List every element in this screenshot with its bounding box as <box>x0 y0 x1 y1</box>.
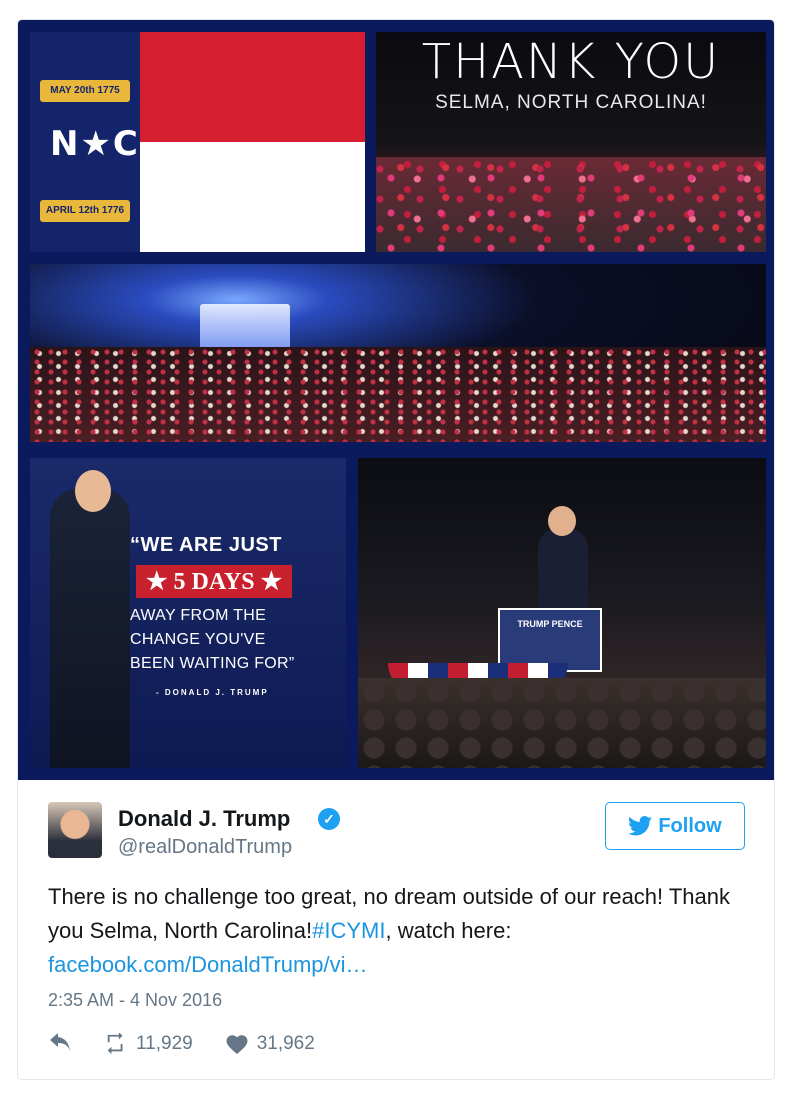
user-name[interactable]: Donald J. Trump <box>118 806 290 832</box>
speaker-figure <box>50 488 130 768</box>
tweet-actions: 11,929 31,962 <box>48 1030 315 1058</box>
stage-lights <box>200 304 290 349</box>
rally-podium-image: TRUMP PENCE <box>358 458 766 768</box>
tweet-card: MAY 20th 1775 N★C APRIL 12th 1776 THANK … <box>17 19 775 1080</box>
quote-text: “WE ARE JUST ★ 5 DAYS ★ AWAY FROM THE CH… <box>130 534 340 697</box>
user-handle[interactable]: @realDonaldTrump <box>118 836 292 859</box>
hashtag-link[interactable]: #ICYMI <box>312 918 385 943</box>
quote-image: “WE ARE JUST ★ 5 DAYS ★ AWAY FROM THE CH… <box>30 458 346 768</box>
flag-letters: N★C <box>50 124 140 164</box>
retweet-count: 11,929 <box>136 1033 193 1054</box>
follow-label: Follow <box>658 814 722 837</box>
tweet-media[interactable]: MAY 20th 1775 N★C APRIL 12th 1776 THANK … <box>18 20 774 780</box>
audience <box>358 678 766 768</box>
heart-icon <box>226 1035 248 1054</box>
rally-crowd <box>376 157 766 252</box>
flag-red-stripe <box>140 32 365 142</box>
nc-flag-image: MAY 20th 1775 N★C APRIL 12th 1776 <box>30 32 365 252</box>
stage-panorama-image <box>30 264 766 442</box>
timestamp[interactable]: 2:35 AM - 4 Nov 2016 <box>48 990 222 1011</box>
follow-button[interactable]: Follow <box>605 802 745 850</box>
verified-badge-icon: ✓ <box>318 808 340 830</box>
twitter-bird-icon <box>628 816 653 836</box>
quote-attribution: - DONALD J. TRUMP <box>156 688 269 697</box>
flag-bottom-scroll: APRIL 12th 1776 <box>40 200 130 222</box>
flag-top-scroll: MAY 20th 1775 <box>40 80 130 102</box>
tweet-text-after: , watch here: <box>385 918 512 943</box>
retweet-icon <box>107 1033 123 1055</box>
speaker-head <box>548 506 576 536</box>
thank-you-image: THANK YOU SELMA, NORTH CAROLINA! <box>376 32 766 252</box>
reply-button[interactable] <box>48 1033 72 1055</box>
quote-line-3: CHANGE YOU'VE <box>130 631 266 648</box>
reply-icon <box>50 1033 70 1051</box>
speaker-at-podium <box>538 528 588 618</box>
panorama-crowd <box>30 347 766 442</box>
thank-you-title: THANK YOU <box>421 34 721 90</box>
tweet-body: Donald J. Trump ✓ @realDonaldTrump Follo… <box>18 780 774 1079</box>
retweet-button[interactable]: 11,929 <box>104 1033 193 1055</box>
thank-you-subtitle: SELMA, NORTH CAROLINA! <box>435 92 707 113</box>
quote-line-2: AWAY FROM THE <box>130 607 267 624</box>
quote-banner: ★ 5 DAYS ★ <box>136 565 293 598</box>
like-count: 31,962 <box>256 1033 315 1054</box>
speaker-head <box>75 470 111 512</box>
tweet-url-link[interactable]: facebook.com/DonaldTrump/vi… <box>48 952 368 977</box>
like-button[interactable]: 31,962 <box>225 1033 315 1055</box>
avatar[interactable] <box>48 802 102 858</box>
quote-line-4: BEEN WAITING FOR” <box>130 655 295 672</box>
quote-line-1: “WE ARE JUST <box>130 534 282 556</box>
flag-white-stripe <box>140 142 365 252</box>
tweet-text: There is no challenge too great, no drea… <box>48 880 748 982</box>
